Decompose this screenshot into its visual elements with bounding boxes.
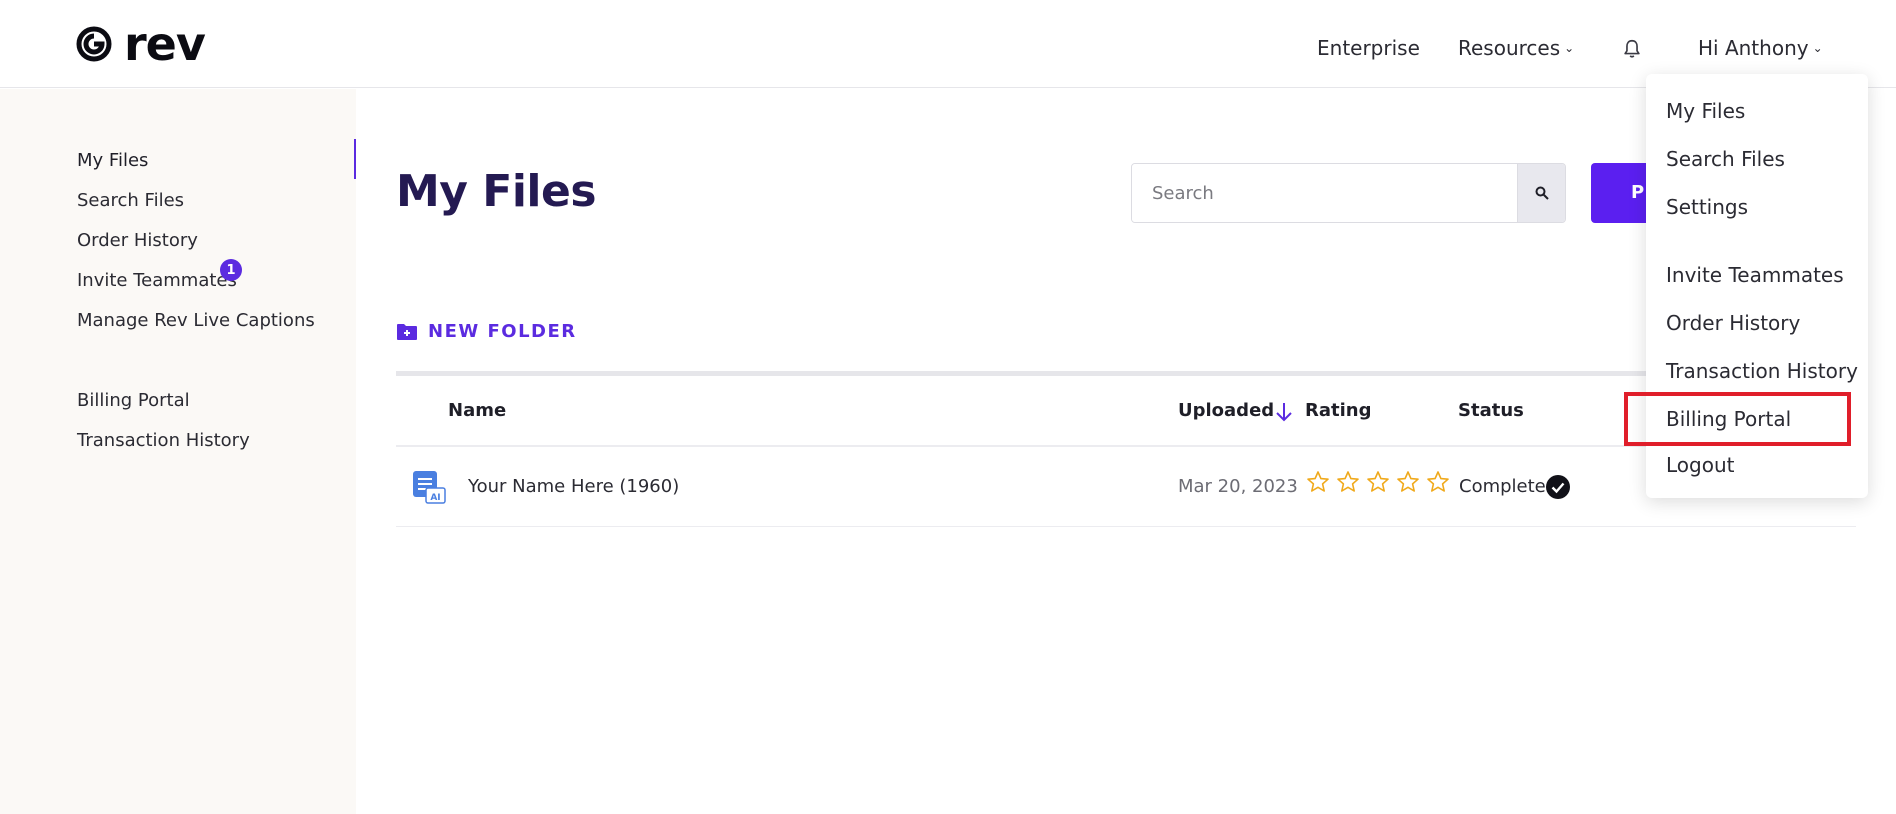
menu-item-order-history[interactable]: Order History (1666, 311, 1800, 335)
notifications-bell-icon[interactable] (1621, 38, 1643, 60)
svg-text:AI: AI (430, 493, 440, 503)
file-status: Complete (1459, 476, 1546, 497)
ai-transcript-file-icon: AI (413, 471, 446, 504)
star-icon[interactable] (1366, 470, 1390, 494)
page-title: My Files (396, 166, 597, 217)
chevron-down-icon: ⌄ (1564, 41, 1575, 55)
nav-resources-menu[interactable]: Resources ⌄ (1458, 36, 1574, 60)
menu-item-transaction-history[interactable]: Transaction History (1666, 359, 1858, 383)
new-folder-button[interactable]: NEW FOLDER (396, 321, 577, 342)
table-divider (396, 371, 1856, 376)
sidebar-item-my-files[interactable]: My Files (77, 150, 148, 171)
rev-logo[interactable]: rev (76, 17, 206, 71)
logo-text: rev (124, 17, 206, 71)
sidebar-active-indicator (354, 139, 356, 179)
new-folder-label: NEW FOLDER (428, 321, 577, 342)
rating-stars (1306, 470, 1450, 494)
search-box (1131, 163, 1566, 223)
folder-plus-icon (397, 323, 417, 340)
sidebar-item-order-history[interactable]: Order History (77, 230, 198, 251)
menu-item-logout[interactable]: Logout (1666, 453, 1734, 477)
column-header-status[interactable]: Status (1458, 400, 1524, 421)
menu-item-my-files[interactable]: My Files (1666, 99, 1745, 123)
sidebar-item-search-files[interactable]: Search Files (77, 190, 184, 211)
sidebar-item-manage-live-captions[interactable]: Manage Rev Live Captions (77, 310, 315, 331)
search-button[interactable] (1517, 164, 1565, 222)
top-header: rev Enterprise Resources ⌄ Hi Anthony ⌄ (0, 0, 1896, 88)
star-icon[interactable] (1336, 470, 1360, 494)
star-icon[interactable] (1426, 470, 1450, 494)
nav-enterprise-link[interactable]: Enterprise (1317, 36, 1420, 60)
menu-item-invite-teammates[interactable]: Invite Teammates (1666, 263, 1844, 287)
column-header-rating[interactable]: Rating (1305, 400, 1371, 421)
sidebar-item-transaction-history[interactable]: Transaction History (77, 430, 250, 451)
file-name-link[interactable]: Your Name Here (1960) (468, 476, 679, 497)
search-icon (1535, 186, 1549, 200)
search-input[interactable] (1132, 164, 1517, 222)
invite-count-badge: 1 (220, 259, 242, 281)
menu-item-search-files[interactable]: Search Files (1666, 147, 1785, 171)
file-uploaded-date: Mar 20, 2023 (1178, 476, 1298, 497)
sidebar-item-invite-teammates[interactable]: Invite Teammates (77, 270, 237, 291)
rev-logo-mark-icon (76, 26, 112, 62)
sort-descending-arrow-icon[interactable] (1275, 401, 1293, 423)
chevron-down-icon: ⌄ (1812, 41, 1823, 55)
sidebar-item-billing-portal[interactable]: Billing Portal (77, 390, 190, 411)
column-header-uploaded[interactable]: Uploaded (1178, 400, 1274, 421)
user-greeting: Hi Anthony (1698, 36, 1809, 60)
column-header-name[interactable]: Name (448, 400, 506, 421)
billing-portal-highlight-box (1624, 392, 1851, 446)
star-icon[interactable] (1396, 470, 1420, 494)
complete-check-icon (1546, 475, 1570, 499)
menu-item-settings[interactable]: Settings (1666, 195, 1748, 219)
nav-resources-label: Resources (1458, 36, 1561, 60)
user-menu-toggle[interactable]: Hi Anthony ⌄ (1698, 36, 1823, 60)
star-icon[interactable] (1306, 470, 1330, 494)
table-row-divider (396, 526, 1856, 527)
